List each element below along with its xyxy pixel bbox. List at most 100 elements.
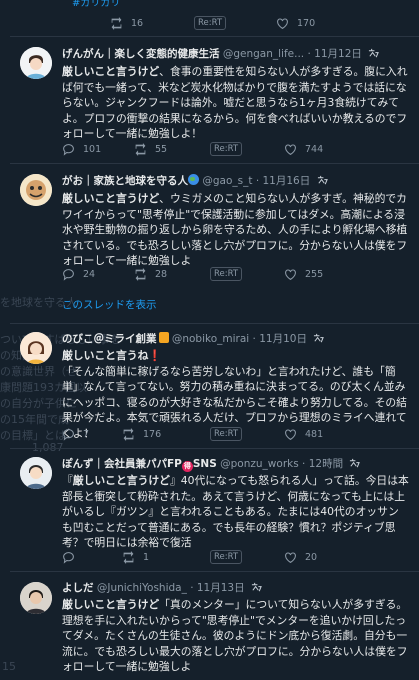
- like-button[interactable]: 20: [284, 549, 317, 565]
- tweet-actions: 7 176 Re:RT 481: [62, 426, 409, 442]
- retweet-count: 55: [155, 143, 168, 155]
- tweet-body-emphasis: 厳しいこと言うけど: [62, 598, 160, 611]
- hashtag-link[interactable]: #ガリガリ: [72, 0, 120, 9]
- reply-button[interactable]: 7: [62, 426, 89, 442]
- retweet-count: 16: [131, 17, 144, 29]
- like-button[interactable]: 255: [284, 266, 323, 282]
- reply-count: 101: [83, 143, 102, 155]
- timestamp[interactable]: · 11月12日: [307, 48, 361, 60]
- reply-button[interactable]: 24: [62, 266, 95, 282]
- rert-button[interactable]: Re:RT: [210, 550, 243, 564]
- user-handle[interactable]: @gao_s_t: [202, 175, 252, 187]
- reply-button[interactable]: 101: [62, 141, 101, 157]
- display-name[interactable]: よしだ: [62, 582, 94, 594]
- tweet-header: のびこ＠ミライ創業 @nobiko_mirai · 11月10日: [62, 331, 413, 347]
- display-name[interactable]: げんがん｜楽しく変態的健康生活: [62, 48, 220, 60]
- retweet-count: 176: [143, 428, 162, 440]
- avatar[interactable]: [20, 582, 52, 614]
- tweet-body: 厳しいこと言うけど、食事の重要性を知らない人が多すぎる。腹に入れば何でも一緒って…: [62, 64, 409, 142]
- heart-icon: [284, 268, 297, 281]
- tweet-actions: 1 Re:RT 20: [62, 549, 409, 565]
- reply-icon: [62, 428, 75, 441]
- retweet-button[interactable]: 16: [110, 15, 143, 31]
- reply-icon: [62, 268, 75, 281]
- user-handle[interactable]: @gengan_life...: [223, 48, 304, 60]
- timestamp[interactable]: · 11月10日: [253, 333, 307, 345]
- retweet-button[interactable]: 176: [122, 426, 161, 442]
- tweet-body-emphasis: 厳しいこと言うけど: [62, 65, 160, 78]
- like-count: 20: [305, 551, 318, 563]
- reply-button[interactable]: [62, 549, 83, 565]
- partial-tweet[interactable]: #ガリガリ 16 Re:RT 170: [10, 0, 419, 37]
- note-emoji-icon: [158, 332, 169, 343]
- tweet-header: がお｜家族と地球を守る人 @gao_s_t · 11月16日: [62, 173, 413, 189]
- heart-icon: [276, 17, 289, 30]
- retweet-button[interactable]: 28: [134, 266, 167, 282]
- like-count: 744: [305, 143, 324, 155]
- translate-icon[interactable]: [251, 582, 262, 593]
- retweet-count: 28: [155, 268, 168, 280]
- translate-icon[interactable]: [313, 333, 325, 344]
- like-count: 170: [297, 17, 316, 29]
- translate-icon[interactable]: [368, 48, 380, 59]
- heart-icon: [284, 143, 297, 156]
- avatar[interactable]: [20, 174, 52, 206]
- earth-emoji-icon: [188, 174, 199, 185]
- tweet-header: げんがん｜楽しく変態的健康生活 @gengan_life... · 11月12日: [62, 46, 413, 62]
- avatar[interactable]: [20, 47, 52, 79]
- translate-icon[interactable]: [349, 458, 361, 469]
- reply-icon: [62, 551, 75, 564]
- tweet[interactable]: げんがん｜楽しく変態的健康生活 @gengan_life... · 11月12日…: [10, 37, 419, 164]
- user-handle[interactable]: @nobiko_mirai: [172, 333, 249, 345]
- rert-button[interactable]: Re:RT: [194, 16, 227, 30]
- timestamp[interactable]: · 12時間: [302, 458, 343, 470]
- red-circle-icon: 得: [181, 461, 193, 472]
- like-button[interactable]: 481: [284, 426, 323, 442]
- retweet-icon: [122, 550, 135, 564]
- tweet[interactable]: のびこ＠ミライ創業 @nobiko_mirai · 11月10日 厳しいこと言う…: [10, 324, 419, 449]
- display-name[interactable]: ぽんず｜会社員兼パパFP: [62, 458, 182, 470]
- rert-button[interactable]: Re:RT: [210, 427, 243, 441]
- like-count: 255: [305, 268, 324, 280]
- retweet-icon: [110, 16, 123, 30]
- translate-icon[interactable]: [317, 175, 328, 186]
- tweet-actions: 101 55 Re:RT 744: [62, 141, 409, 157]
- rert-button[interactable]: Re:RT: [210, 267, 243, 281]
- tweet-body: 厳しいこと言うけど「真のメンター」について知らない人が多すぎる。理想を手に入れた…: [62, 597, 409, 675]
- avatar[interactable]: [20, 457, 52, 489]
- rert-button[interactable]: Re:RT: [210, 142, 243, 156]
- like-button[interactable]: 744: [284, 141, 323, 157]
- avatar[interactable]: [20, 332, 52, 364]
- tweet-actions: 24 28 Re:RT 255: [62, 266, 409, 282]
- tweet[interactable]: がお｜家族と地球を守る人 @gao_s_t · 11月16日 厳しいこと言うけど…: [10, 164, 419, 324]
- retweet-icon: [122, 427, 135, 441]
- reply-count: 24: [83, 268, 96, 280]
- like-count: 481: [305, 428, 324, 440]
- like-button[interactable]: 170: [276, 15, 315, 31]
- heart-icon: [284, 551, 297, 564]
- tweet-body-emphasis: 厳しいこと言うね: [62, 349, 149, 362]
- timestamp[interactable]: · 11月13日: [190, 582, 244, 594]
- retweet-button[interactable]: 55: [134, 141, 167, 157]
- reply-icon: [62, 143, 75, 156]
- show-thread-link[interactable]: このスレッドを表示: [62, 297, 157, 312]
- retweet-icon: [134, 142, 147, 156]
- tweet[interactable]: よしだ @JunichiYoshida_ · 11月13日 厳しいこと言うけど「…: [10, 572, 419, 680]
- retweet-icon: [134, 267, 147, 281]
- tweet-actions: 16 Re:RT 170: [62, 15, 409, 31]
- tweet-body-emphasis: 厳しいこと言うけど: [72, 474, 170, 487]
- display-name[interactable]: のびこ＠ミライ創業: [62, 333, 157, 345]
- user-handle[interactable]: @JunichiYoshida_: [97, 582, 187, 594]
- heart-icon: [284, 428, 297, 441]
- display-name[interactable]: がお｜家族と地球を守る人: [62, 175, 188, 187]
- tweet-header: ぽんず｜会社員兼パパFP 得 SNS @ponzu_works · 12時間: [62, 456, 413, 472]
- tweet-header: よしだ @JunichiYoshida_ · 11月13日: [62, 580, 413, 596]
- timestamp[interactable]: · 11月16日: [256, 175, 310, 187]
- tweet-body: 『厳しいこと言うけど』40代になっても怒られる人」って話。今日は本部長と衝突して…: [62, 474, 409, 550]
- retweet-count: 1: [143, 551, 150, 563]
- tweet[interactable]: ぽんず｜会社員兼パパFP 得 SNS @ponzu_works · 12時間 『厳し…: [10, 449, 419, 572]
- retweet-button[interactable]: 1: [122, 549, 149, 565]
- user-handle[interactable]: @ponzu_works: [220, 458, 299, 470]
- tweet-body-emphasis: 厳しいこと言うけど: [62, 192, 160, 205]
- tweet-body: 厳しいこと言うけど、ウミガメのこと知らない人が多すぎ。神秘的でカワイイからって"…: [62, 191, 409, 269]
